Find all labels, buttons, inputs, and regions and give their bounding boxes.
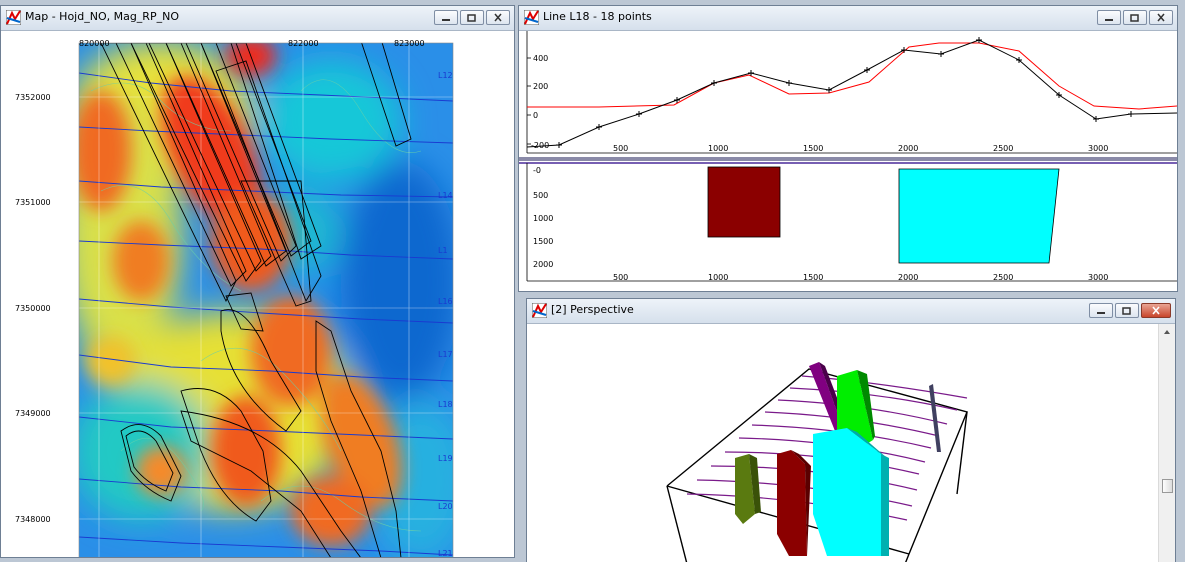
restore-icon — [1130, 14, 1139, 22]
profile-x-tick: 2500 — [993, 144, 1013, 153]
map-y-tick: 7349000 — [15, 409, 51, 418]
restore-button[interactable] — [1123, 10, 1147, 25]
section-body-1[interactable] — [707, 166, 781, 238]
line-label: L20 — [438, 502, 453, 511]
section-x-tick: 3000 — [1088, 273, 1108, 282]
section-x-tick: 2500 — [993, 273, 1013, 282]
map-x-tick: 820000 — [79, 39, 110, 48]
section-y-tick: 500 — [533, 191, 548, 200]
section-x-tick: 500 — [613, 273, 628, 282]
line-label: L19 — [438, 454, 453, 463]
line-label: L21 — [438, 549, 453, 557]
map-window-title: Map - Hojd_NO, Mag_RP_NO — [25, 10, 179, 23]
section-body-2[interactable] — [898, 168, 1060, 264]
restore-button[interactable] — [460, 10, 484, 25]
profile-panel: 400 200 0 -200 500 1000 1500 2000 2500 3… — [526, 31, 1177, 154]
profile-y-tick: 0 — [533, 111, 538, 120]
profile-x-tick: 2000 — [898, 144, 918, 153]
line-titlebar[interactable]: Line L18 - 18 points — [519, 6, 1177, 31]
close-button[interactable] — [1149, 10, 1173, 25]
perspective-canvas[interactable] — [527, 324, 1159, 562]
app-icon — [532, 303, 547, 318]
close-icon — [1152, 306, 1160, 315]
close-icon — [494, 13, 502, 22]
observed-points — [556, 37, 1134, 148]
close-icon — [1157, 13, 1165, 22]
perspective-window-title: [2] Perspective — [551, 303, 634, 316]
profile-x-tick: 1500 — [803, 144, 823, 153]
scroll-up-icon[interactable] — [1159, 326, 1175, 338]
calculated-curve — [527, 42, 1177, 110]
perspective-scrollbar[interactable] — [1158, 324, 1175, 562]
app-icon — [6, 10, 21, 25]
profile-x-tick: 1000 — [708, 144, 728, 153]
scrollbar-thumb[interactable] — [1162, 479, 1173, 493]
profile-section-canvas[interactable]: 400 200 0 -200 500 1000 1500 2000 2500 3… — [519, 31, 1177, 291]
profile-x-tick: 500 — [613, 144, 628, 153]
magnetic-grid — [79, 43, 453, 557]
map-window[interactable]: Map - Hojd_NO, Mag_RP_NO 820000 822000 8… — [0, 5, 515, 558]
restore-button[interactable] — [1115, 303, 1139, 318]
map-content: 820000 822000 823000 7352000 7351000 735… — [1, 31, 514, 557]
profile-y-tick: 200 — [533, 82, 548, 91]
map-y-tick: 7352000 — [15, 93, 51, 102]
line-label: L14 — [438, 191, 453, 200]
map-x-tick: 822000 — [288, 39, 319, 48]
minimize-icon — [1097, 311, 1105, 314]
restore-icon — [467, 14, 476, 22]
line-label: L1 — [438, 246, 448, 255]
minimize-button[interactable] — [1097, 10, 1121, 25]
section-x-tick: 2000 — [898, 273, 918, 282]
profile-y-tick: 400 — [533, 54, 548, 63]
line-window-title: Line L18 - 18 points — [543, 10, 652, 23]
section-y-tick: 1500 — [533, 237, 553, 246]
close-button[interactable] — [1141, 303, 1171, 318]
map-y-tick: 7351000 — [15, 198, 51, 207]
minimize-button[interactable] — [434, 10, 458, 25]
restore-icon — [1122, 307, 1131, 315]
perspective-window[interactable]: [2] Perspective — [526, 298, 1176, 562]
section-panel: -0 500 1000 1500 2000 500 1000 1500 2000… — [526, 163, 1177, 282]
minimize-icon — [1105, 18, 1113, 21]
map-y-tick: 7350000 — [15, 304, 51, 313]
body-darkred[interactable] — [777, 450, 807, 556]
minimize-icon — [442, 18, 450, 21]
body-cyan[interactable] — [813, 428, 881, 556]
map-titlebar[interactable]: Map - Hojd_NO, Mag_RP_NO — [1, 6, 514, 31]
section-y-tick: 2000 — [533, 260, 553, 269]
section-x-tick: 1000 — [708, 273, 728, 282]
observed-curve — [526, 39, 1177, 148]
perspective-content — [527, 324, 1175, 562]
line-label: L12 — [438, 71, 453, 80]
map-y-tick: 7348000 — [15, 515, 51, 524]
line-label: L16 — [438, 297, 453, 306]
minimize-button[interactable] — [1089, 303, 1113, 318]
panel-divider[interactable] — [519, 157, 1177, 161]
line-label: L18 — [438, 400, 453, 409]
section-x-tick: 1500 — [803, 273, 823, 282]
profile-x-tick: 3000 — [1088, 144, 1108, 153]
line-label: L17 — [438, 350, 453, 359]
line-window[interactable]: Line L18 - 18 points 400 200 0 -200 500 … — [518, 5, 1178, 292]
perspective-titlebar[interactable]: [2] Perspective — [527, 299, 1175, 324]
map-canvas[interactable]: 820000 822000 823000 7352000 7351000 735… — [1, 31, 514, 557]
app-icon — [524, 10, 539, 25]
body-dark[interactable] — [929, 384, 941, 452]
section-y-tick: 1000 — [533, 214, 553, 223]
close-button[interactable] — [486, 10, 510, 25]
section-y-tick: -0 — [533, 166, 541, 175]
line-content: 400 200 0 -200 500 1000 1500 2000 2500 3… — [519, 31, 1177, 291]
map-y-ticks: 7352000 7351000 7350000 7349000 7348000 — [15, 93, 51, 524]
map-x-tick: 823000 — [394, 39, 425, 48]
